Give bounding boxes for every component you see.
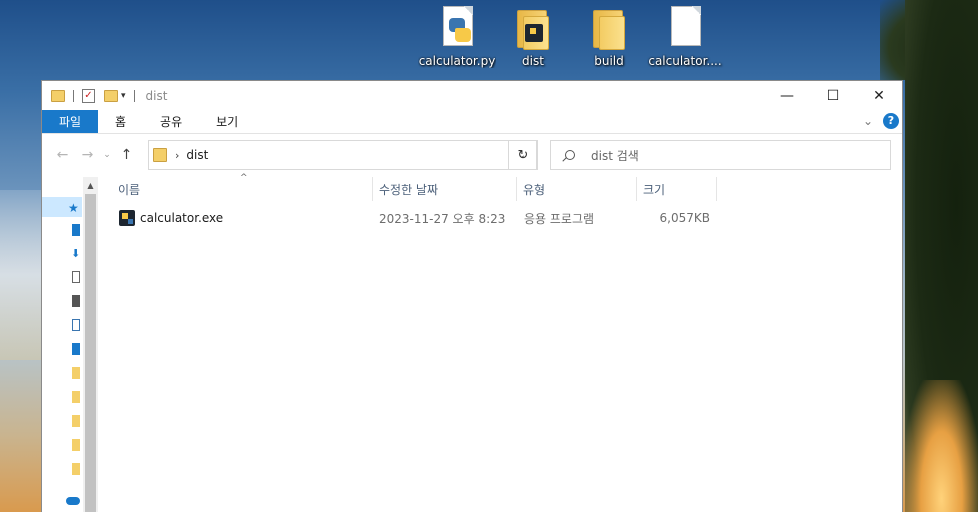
refresh-button[interactable]: ↻ [508,140,538,170]
address-bar[interactable]: › dist ⌄ [148,140,537,170]
back-button[interactable]: ← [50,147,75,163]
help-icon[interactable]: ? [883,113,899,129]
breadcrumb-separator-icon[interactable]: › [175,149,179,162]
background-clouds [0,190,45,360]
python-file-icon [437,4,477,50]
window-controls: — ☐ ✕ [764,81,902,110]
column-label: 유형 [523,182,546,197]
forward-button[interactable]: → [75,147,100,163]
sort-ascending-icon: ^ [240,173,248,183]
window-title: dist [145,88,168,103]
column-label: 크기 [643,182,666,197]
file-icon [665,4,705,50]
scrollbar-thumb[interactable] [85,194,96,512]
folder-icon[interactable] [72,415,80,427]
search-box[interactable]: dist 검색 [550,140,891,170]
desktop-icon-label: dist [522,54,544,68]
folder-icon [51,89,65,102]
downloads-nav-icon[interactable]: ⬇ [71,247,80,260]
column-label: 이름 [118,182,141,197]
expand-ribbon-icon[interactable]: ⌄ [863,114,873,128]
up-button[interactable]: ↑ [114,147,139,163]
quick-access-star-icon[interactable]: ★ [68,201,82,215]
desktop-icon-label: calculator.... [648,54,722,68]
maximize-button[interactable]: ☐ [810,81,856,110]
content-area: ★ ⬇ ▲ 이름 ^ 수정한 날짜 유형 크기 calculator.exe 2… [42,173,902,512]
folder-icon[interactable] [72,463,80,475]
folder-icon[interactable] [72,391,80,403]
scroll-up-icon[interactable]: ▲ [83,177,98,190]
column-name[interactable]: 이름 ^ [112,173,373,201]
desktop-icon-calculator-spec[interactable]: calculator.... [646,4,724,68]
title-bar: ✓ ▾ dist — ☐ ✕ [42,81,902,110]
properties-icon[interactable]: ✓ [82,88,95,103]
desktop-icon-build[interactable]: build [570,4,648,68]
image-nav-icon[interactable] [72,319,80,331]
desktop-nav-icon[interactable] [72,224,80,236]
documents-nav-icon[interactable] [72,271,80,283]
folder-icon [153,148,167,162]
folder-icon [589,4,629,50]
nav-pane-scrollbar[interactable]: ▲ [83,177,98,512]
breadcrumb-dist[interactable]: dist [186,148,208,162]
search-icon [565,150,575,160]
quick-access-toolbar: ✓ ▾ [42,88,140,103]
file-row[interactable]: calculator.exe 2023-11-27 오후 8:23 응용 프로그… [98,207,902,229]
tab-view[interactable]: 보기 [199,110,255,133]
column-date-modified[interactable]: 수정한 날짜 [373,177,517,201]
customize-toolbar-icon[interactable]: ▾ [121,91,126,101]
navigation-pane: ★ ⬇ ▲ [42,177,98,512]
file-modified: 2023-11-27 오후 8:23 [379,211,506,226]
column-type[interactable]: 유형 [517,177,637,201]
search-input[interactable]: dist 검색 [591,147,639,164]
column-label: 수정한 날짜 [379,182,439,197]
this-pc-nav-icon[interactable] [72,343,80,355]
application-icon [119,210,135,226]
folder-icon[interactable] [72,367,80,379]
file-size: 6,057KB [659,211,710,225]
folder-icon[interactable] [72,439,80,451]
recent-locations-button[interactable]: ⌄ [100,150,114,160]
desktop-icon-dist[interactable]: dist [494,4,572,68]
tab-file[interactable]: 파일 [42,110,98,133]
navigation-bar: ← → ⌄ ↑ › dist ⌄ ↻ dist 검색 [42,134,902,176]
pictures-nav-icon[interactable] [72,295,80,307]
minimize-button[interactable]: — [764,81,810,110]
file-type: 응용 프로그램 [524,211,595,226]
desktop-icon-label: calculator.py [418,54,496,68]
close-button[interactable]: ✕ [856,81,902,110]
ribbon-tabs: 파일 홈 공유 보기 ⌄ ? [42,110,902,134]
column-headers: 이름 ^ 수정한 날짜 유형 크기 [98,173,902,201]
tab-share[interactable]: 공유 [143,110,199,133]
background-sunset [905,380,978,512]
folder-icon [513,4,553,50]
file-name: calculator.exe [140,211,224,225]
desktop-icon-calculator-py[interactable]: calculator.py [418,4,496,68]
onedrive-icon[interactable] [66,497,80,505]
explorer-window: ✓ ▾ dist — ☐ ✕ 파일 홈 공유 보기 ⌄ ? ← → ⌄ ↑ › … [41,80,903,512]
divider [73,89,74,102]
tab-home[interactable]: 홈 [98,110,143,133]
file-name-cell[interactable]: calculator.exe [119,207,223,229]
new-folder-icon[interactable] [104,89,118,102]
column-size[interactable]: 크기 [637,177,717,201]
desktop-icon-label: build [594,54,624,68]
divider [133,89,135,102]
